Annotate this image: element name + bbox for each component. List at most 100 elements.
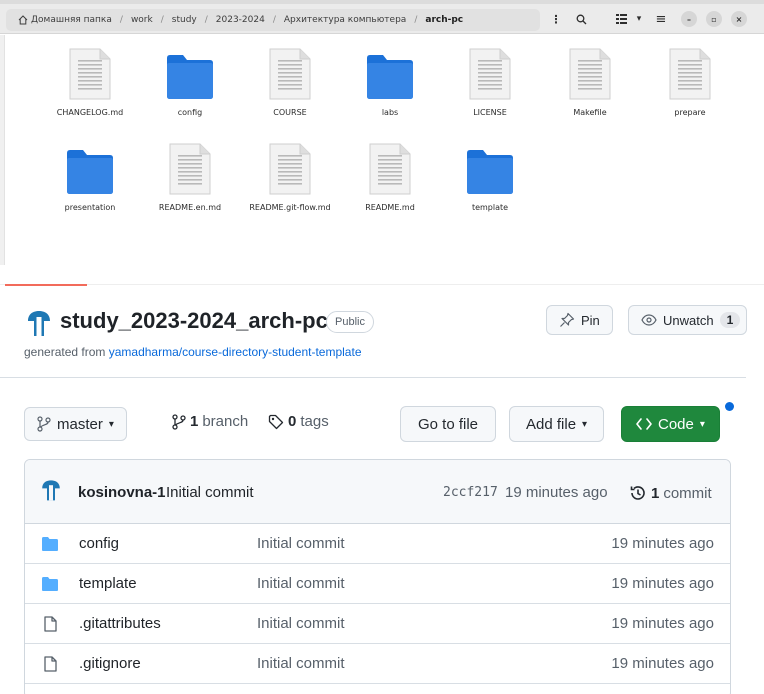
file-name-link[interactable]: .gitignore [79,655,141,672]
file-item-label: README.md [365,203,415,212]
file-item[interactable]: README.git-flow.md [240,143,340,213]
file-item[interactable]: prepare [640,48,740,118]
tags-link[interactable]: 0 tags [268,413,329,430]
commit-author-avatar[interactable] [39,478,63,502]
branch-count: 1 [190,413,199,430]
close-button[interactable]: × [731,11,747,27]
minimize-button[interactable]: – [681,11,697,27]
folder-item[interactable]: labs [340,48,440,118]
folder-icon [367,55,413,99]
breadcrumb-segment-year[interactable]: 2023-2024 [214,15,267,25]
file-row[interactable]: .gitattributes Initial commit 19 minutes a… [25,604,730,644]
branches-link[interactable]: 1 branch [172,413,248,430]
breadcrumb-home[interactable]: Домашняя папка [16,15,114,25]
commit-count-label: commit [663,484,712,502]
file-name-link[interactable]: template [79,575,137,592]
folder-item[interactable]: presentation [40,143,140,213]
file-icon [44,656,57,672]
folder-item[interactable]: template [440,143,540,213]
file-item-label: prepare [674,108,706,117]
file-commit-time: 19 minutes ago [611,535,714,552]
visibility-badge: Public [326,311,374,333]
folder-icon [167,55,213,99]
file-item-label: labs [381,108,399,117]
chevron-down-icon: ▾ [108,418,114,430]
latest-commit-bar: kosinovna-1 Initial commit 2ccf217 19 mi… [25,460,730,524]
template-repo-link[interactable]: yamadharma/course-directory-student-temp… [109,345,362,359]
view-options-dropdown[interactable]: ▾ [632,9,646,29]
document-icon [569,48,611,100]
document-icon [669,48,711,100]
pin-button[interactable]: Pin [546,305,613,335]
folder-item[interactable]: config [140,48,240,118]
file-item-label: presentation [64,203,116,212]
breadcrumb-separator: / [204,15,208,25]
file-item[interactable]: LICENSE [440,48,540,118]
tag-icon [268,414,284,429]
add-file-label: Add file [526,415,577,433]
file-item-label: CHANGELOG.md [56,108,124,117]
file-commit-time: 19 minutes ago [611,615,714,632]
folder-icon [467,150,513,194]
add-file-button[interactable]: Add file ▾ [509,406,605,442]
branch-select-button[interactable]: master ▾ [24,407,127,441]
file-grid: CHANGELOG.md config COURSE labs LICENSE Makef… [0,35,764,260]
file-row[interactable]: template Initial commit 19 minutes ago [25,564,730,604]
breadcrumb-segment-study[interactable]: study [170,15,199,25]
breadcrumb-separator: / [414,15,418,25]
file-item[interactable]: Makefile [540,48,640,118]
list-view-icon [615,14,627,24]
repo-title[interactable]: study_2023-2024_arch-pc [60,308,328,334]
file-item[interactable]: COURSE [240,48,340,118]
file-commit-message[interactable]: Initial commit [257,655,345,672]
file-commit-message[interactable]: Initial commit [257,615,345,632]
file-name-link[interactable]: config [79,535,119,552]
document-icon [169,143,211,195]
file-item-label: COURSE [273,108,307,117]
code-button[interactable]: Code ▾ [621,406,720,442]
eye-icon [641,314,657,326]
branch-name: master [57,415,103,433]
commit-author[interactable]: kosinovna-1 [78,484,166,501]
breadcrumb-separator: / [119,15,123,25]
watch-count: 1 [719,312,741,328]
file-commit-message[interactable]: Initial commit [257,535,345,552]
breadcrumb-segment-course[interactable]: Архитектура компьютера [282,15,408,25]
history-icon [630,486,645,500]
file-row[interactable]: config Initial commit 19 minutes ago [25,524,730,564]
search-button[interactable] [570,9,592,29]
file-item[interactable]: README.en.md [140,143,240,213]
branch-count-label: branch [202,413,249,430]
file-manager-window: Домашняя папка / work / study / 2023-202… [0,0,764,270]
unwatch-label: Unwatch [663,312,714,328]
code-icon [636,418,652,430]
commit-message[interactable]: Initial commit [166,484,254,501]
file-manager-header: Домашняя папка / work / study / 2023-202… [0,4,764,34]
home-icon [18,15,28,25]
file-item[interactable]: CHANGELOG.md [40,48,140,118]
unwatch-button[interactable]: Unwatch 1 [628,305,748,335]
tag-count-label: tags [300,413,329,430]
chevron-down-icon: ▾ [582,418,588,430]
commit-history-link[interactable]: 1 commit [629,484,712,502]
commit-sha[interactable]: 2ccf217 [443,485,498,500]
document-icon [269,143,311,195]
file-list: kosinovna-1 Initial commit 2ccf217 19 mi… [24,459,731,694]
maximize-button[interactable]: ▫ [706,11,722,27]
chevron-down-icon: ▾ [699,418,705,430]
file-row[interactable]: .gitignore Initial commit 19 minutes ago [25,644,730,684]
breadcrumb-segment-current[interactable]: arch-pc [423,15,465,25]
breadcrumb-segment-work[interactable]: work [129,15,155,25]
commit-time: 19 minutes ago [505,484,608,501]
path-menu-button[interactable]: ⋮ [548,9,564,29]
file-commit-message[interactable]: Initial commit [257,575,345,592]
generated-from-prefix: generated from [24,345,109,359]
git-branch-icon [37,416,51,432]
document-icon [469,48,511,100]
file-name-link[interactable]: .gitattributes [79,615,161,632]
file-item[interactable]: README.md [340,143,440,213]
go-to-file-button[interactable]: Go to file [400,406,497,442]
repo-owner-avatar[interactable] [24,308,54,338]
main-menu-button[interactable]: ≡ [652,9,670,29]
view-mode-button[interactable] [612,9,630,29]
